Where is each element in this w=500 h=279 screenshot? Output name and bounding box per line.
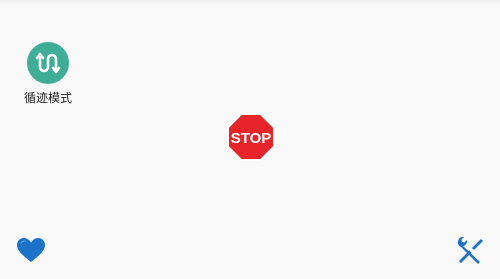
tracking-mode-button[interactable]: 循迹模式 xyxy=(18,42,78,106)
tools-button[interactable] xyxy=(456,236,484,264)
tracking-mode-label: 循迹模式 xyxy=(23,91,72,105)
loop-arrows-icon xyxy=(27,42,69,84)
tools-icon xyxy=(457,236,483,264)
heart-icon xyxy=(17,238,45,262)
stop-button[interactable]: STOP xyxy=(226,112,276,162)
stop-label: STOP xyxy=(231,130,272,147)
top-shadow-bar xyxy=(0,0,500,6)
app-screen: 循迹模式 STOP xyxy=(0,0,500,279)
favorite-button[interactable] xyxy=(16,237,46,263)
stop-sign-icon: STOP xyxy=(227,113,275,161)
